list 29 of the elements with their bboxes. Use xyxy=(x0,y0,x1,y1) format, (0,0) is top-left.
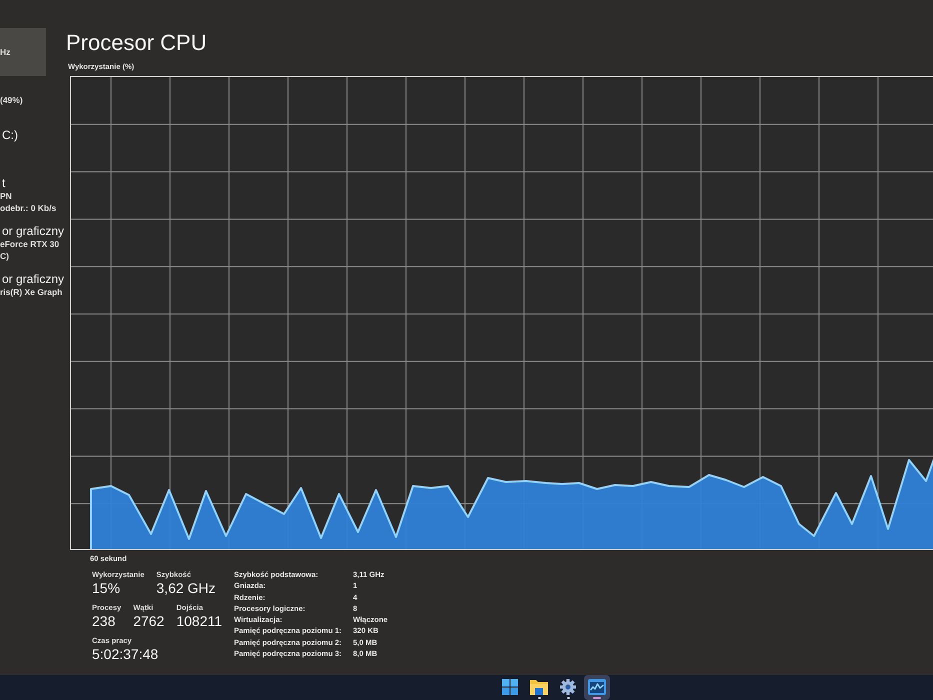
stat-value: 5:02:37:48 xyxy=(92,646,158,662)
folder-icon xyxy=(530,679,548,695)
device-name: C:) xyxy=(2,128,18,142)
device-detail: PN xyxy=(0,190,12,202)
sidebar-item[interactable]: (49%) xyxy=(0,76,46,124)
settings-icon xyxy=(559,679,577,695)
device-name: or graficzny xyxy=(2,272,64,286)
sidebar-item[interactable]: Hz xyxy=(0,28,46,76)
stat-value: 2762 xyxy=(133,613,164,629)
device-detail: ris(R) Xe Graph xyxy=(0,286,62,298)
stat-value: 238 xyxy=(92,613,116,629)
device-detail: (49%) xyxy=(0,94,23,106)
stat-value: 3,62 GHz xyxy=(156,580,216,596)
device-name: t xyxy=(2,176,6,190)
device-detail: Hz xyxy=(0,46,10,58)
stat-value: 108211 xyxy=(176,613,222,629)
chart-window-icon xyxy=(588,679,606,695)
sidebar-item[interactable]: or graficzny ris(R) Xe Graph xyxy=(0,268,64,316)
device-detail: C) xyxy=(0,250,9,262)
device-detail: odebr.: 0 Kb/s xyxy=(0,202,56,214)
grid-icon xyxy=(501,679,519,695)
sidebar-item[interactable]: C:) xyxy=(0,124,46,172)
page-title: Procesor CPU xyxy=(66,30,207,56)
device-name: or graficzny xyxy=(2,224,64,238)
sidebar-item[interactable]: or graficzny eForce RTX 30 C) xyxy=(0,220,64,268)
sidebar-item[interactable]: t PN odebr.: 0 Kb/s xyxy=(0,172,56,220)
taskbar-button[interactable] xyxy=(584,675,610,700)
stat-value: 15% xyxy=(92,580,120,596)
device-detail: eForce RTX 30 xyxy=(0,238,60,250)
